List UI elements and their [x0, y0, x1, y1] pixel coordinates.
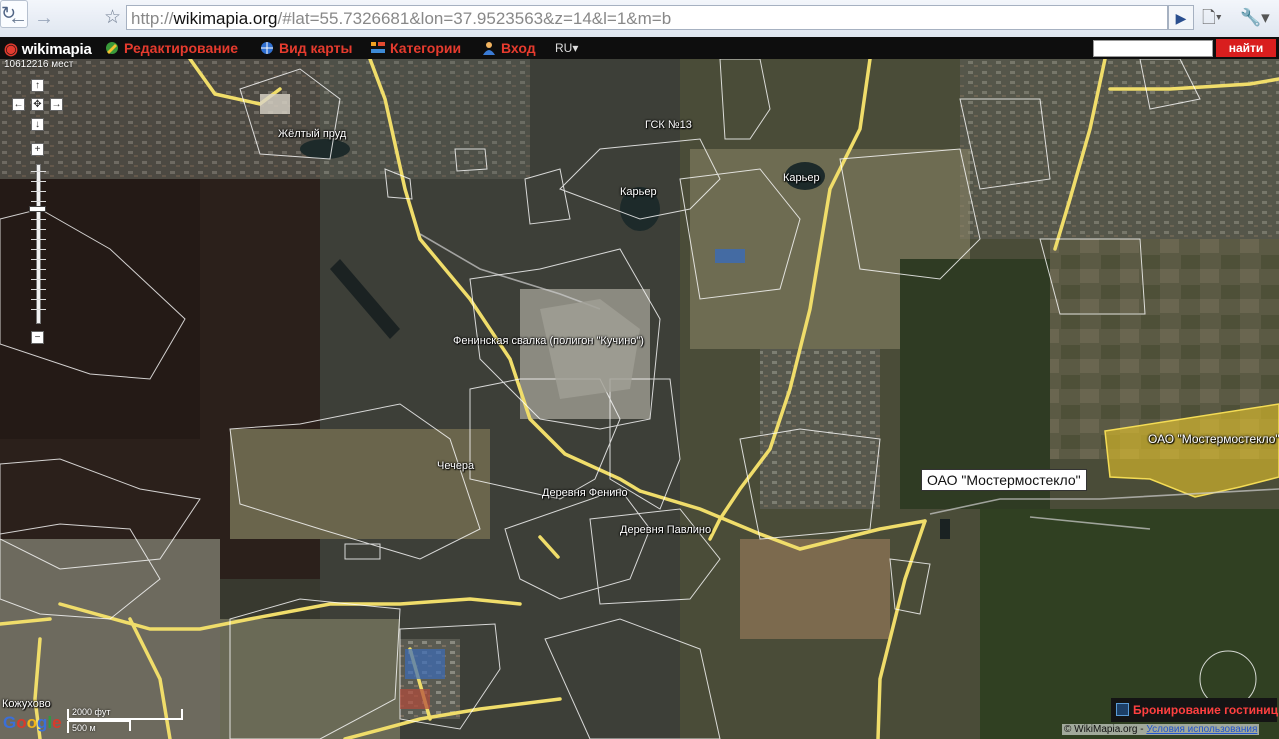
label-dump[interactable]: Фенинская свалка (полигон "Кучино") — [453, 335, 644, 347]
copyright-text: © WikiMapia.org - — [1064, 724, 1147, 735]
browser-toolbar: ← → ↻ ☆ http://wikimapia.org/#lat=55.732… — [0, 0, 1279, 38]
zoom-tick — [31, 239, 46, 240]
google-logo: Google — [3, 713, 62, 732]
categories-icon — [371, 42, 385, 53]
language-value: RU — [555, 41, 573, 55]
url-prefix: http:// — [131, 9, 174, 28]
pan-up-button[interactable]: ↑ — [31, 79, 44, 92]
label-chechera[interactable]: Чечера — [437, 460, 474, 472]
label-yellow-pond[interactable]: Жёлтый пруд — [278, 128, 346, 140]
zoom-tick — [31, 299, 46, 300]
zoom-tick — [31, 229, 46, 230]
zoom-tick — [31, 289, 46, 290]
zoom-tick — [31, 201, 46, 202]
page-menu-icon[interactable]: 🗋▾ — [1202, 6, 1234, 30]
zoom-tick — [31, 171, 46, 172]
zoom-tick — [31, 269, 46, 270]
terms-link[interactable]: Условия использования — [1146, 724, 1257, 735]
satellite-imagery — [0, 59, 1279, 739]
scale-ft: 2000 фут — [72, 707, 111, 717]
edit-label: Редактирование — [124, 40, 239, 56]
hotel-booking-link[interactable]: Бронирование гостиниц — [1111, 698, 1279, 722]
edit-icon — [106, 42, 118, 54]
chevron-down-icon: ▾ — [572, 41, 579, 55]
copyright: © WikiMapia.org - Условия использования — [1062, 724, 1260, 735]
zoom-tick — [31, 309, 46, 310]
star-icon[interactable]: ☆ — [104, 6, 126, 30]
label-pavlino[interactable]: Деревня Павлино — [620, 524, 711, 536]
go-button[interactable]: ▶ — [1168, 5, 1194, 30]
label-fenino[interactable]: Деревня Фенино — [542, 487, 628, 499]
hotel-icon — [1116, 703, 1129, 716]
wrench-icon[interactable]: 🔧▾ — [1240, 6, 1272, 30]
place-counter: 10612216 мест — [4, 59, 74, 70]
globe-icon — [261, 42, 273, 54]
wikimapia-logo[interactable]: ◉ wikimapia — [4, 39, 92, 59]
zoom-tick — [31, 249, 46, 250]
map-view-label: Вид карты — [279, 40, 353, 56]
pan-center-button[interactable]: ✥ — [31, 98, 44, 111]
wikimapia-logo-icon: ◉ — [4, 41, 18, 58]
zoom-in-button[interactable]: + — [31, 143, 44, 156]
logo-text: wikimapia — [21, 41, 92, 58]
zoom-tick — [31, 219, 46, 220]
pan-left-button[interactable]: ← — [12, 98, 25, 111]
pan-right-button[interactable]: → — [50, 98, 63, 111]
zoom-slider[interactable] — [36, 164, 41, 324]
label-quarry-1[interactable]: Карьер — [620, 186, 657, 198]
label-kozhukhovo[interactable]: Кожухово — [2, 698, 51, 710]
language-select[interactable]: RU▾ — [555, 41, 578, 55]
zoom-out-button[interactable]: − — [31, 331, 44, 344]
wikimapia-toolbar: ◉ wikimapia Редактирование Вид карты Кат… — [0, 37, 1279, 59]
play-icon: ▶ — [1175, 10, 1187, 26]
url-path: /#lat=55.7326681&lon=37.9523563&z=14&l=1… — [277, 9, 672, 28]
search-button[interactable]: найти — [1216, 39, 1276, 57]
selected-object-tooltip[interactable]: ОАО "Мостермостекло" — [921, 469, 1087, 491]
search-input[interactable] — [1093, 40, 1213, 57]
label-quarry-2[interactable]: Карьер — [783, 172, 820, 184]
label-gsk13[interactable]: ГСК №13 — [645, 119, 692, 131]
arrow-right-icon[interactable]: → — [32, 6, 56, 30]
edit-menu[interactable]: Редактирование — [104, 40, 238, 56]
pan-down-button[interactable]: ↓ — [31, 118, 44, 131]
map-scale: 2000 фут 500 м — [66, 707, 186, 735]
zoom-tick — [31, 279, 46, 280]
label-mostermosteklo[interactable]: ОАО "Мостермостекло" — [1148, 432, 1279, 446]
url-host: wikimapia.org — [173, 9, 278, 28]
map-view-menu[interactable]: Вид карты — [259, 40, 352, 56]
address-bar[interactable]: http://wikimapia.org/#lat=55.7326681&lon… — [126, 5, 1168, 30]
zoom-tick — [31, 259, 46, 260]
login-label: Вход — [501, 40, 536, 56]
zoom-tick — [31, 181, 46, 182]
scale-m: 500 м — [72, 723, 96, 733]
zoom-tick — [31, 191, 46, 192]
categories-label: Категории — [390, 40, 462, 56]
categories-menu[interactable]: Категории — [370, 40, 461, 56]
arrow-left-icon[interactable]: ← — [6, 6, 30, 30]
map-canvas[interactable]: 10612216 мест Жёлтый пруд ГСК №13 Карьер… — [0, 59, 1279, 739]
booking-label: Бронирование гостиниц — [1133, 703, 1279, 717]
user-icon — [483, 42, 495, 55]
login-menu[interactable]: Вход — [481, 40, 536, 56]
zoom-slider-handle[interactable] — [29, 206, 46, 212]
